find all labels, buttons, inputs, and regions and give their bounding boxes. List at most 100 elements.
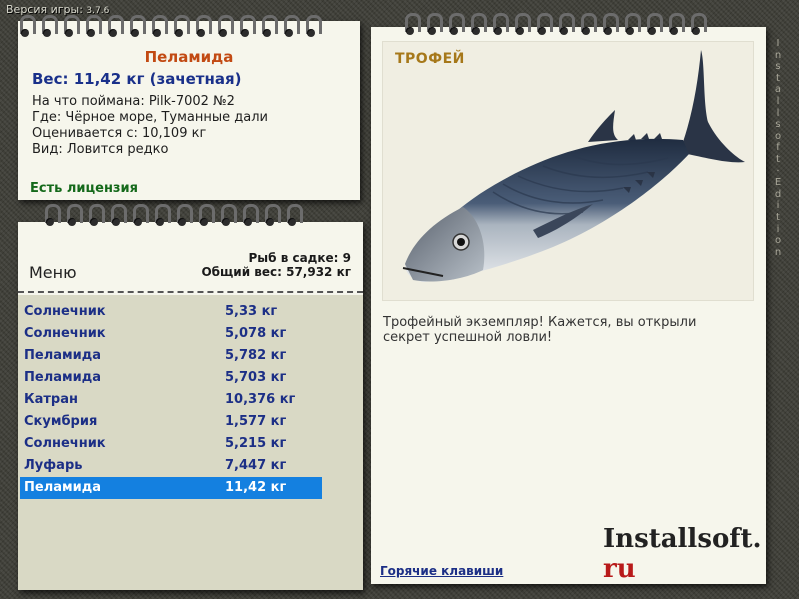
table-row[interactable]: Катран 10,376 кг xyxy=(20,389,322,411)
installsoft-logo: Installsoft. ru xyxy=(603,524,766,584)
license-status: Есть лицензия xyxy=(30,181,138,196)
trophy-rings xyxy=(403,13,707,35)
catch-info-card: Пеламида Вес: 11,42 кг (зачетная) На что… xyxy=(18,15,360,200)
binder-ring xyxy=(194,15,212,37)
catch-list: Солнечник 5,33 кг Солнечник 5,078 кг Пеламид… xyxy=(18,301,363,499)
binder-ring xyxy=(601,13,619,35)
fish-name-cell: Пеламида xyxy=(24,370,101,385)
binder-ring xyxy=(172,15,190,37)
binder-ring xyxy=(153,204,171,226)
edition-letter: i xyxy=(776,200,780,212)
fish-weight-cell: 11,42 кг xyxy=(225,480,287,495)
fish-name-cell: Солнечник xyxy=(24,304,106,319)
table-row-selected[interactable]: Пеламида 11,42 кг xyxy=(20,477,322,499)
binder-ring xyxy=(403,13,421,35)
fish-count: Рыб в садке: 9 xyxy=(248,251,352,265)
edition-letter: n xyxy=(774,246,782,258)
trophy-card: ТРОФЕЙ Трофейный экземпляр! Кажется, вы … xyxy=(371,13,766,584)
edition-letter: l xyxy=(776,107,780,119)
fish-weight: Вес: 11,42 кг (зачетная) xyxy=(32,70,242,88)
binder-ring xyxy=(579,13,597,35)
binder-ring xyxy=(150,15,168,37)
binder-ring xyxy=(43,204,61,226)
binder-ring xyxy=(40,15,58,37)
fish-name-cell: Солнечник xyxy=(24,326,106,341)
binder-ring xyxy=(425,13,443,35)
edition-letter: a xyxy=(774,84,782,96)
table-row[interactable]: Луфарь 7,447 кг xyxy=(20,455,322,477)
list-rings xyxy=(43,204,303,226)
binder-ring xyxy=(667,13,685,35)
binder-ring xyxy=(447,13,465,35)
edition-letter: t xyxy=(776,72,780,84)
list-header: Меню Рыб в садке: 9 Общий вес: 57,932 кг xyxy=(18,204,363,295)
table-row[interactable]: Пеламида 5,703 кг xyxy=(20,367,322,389)
edition-letter: s xyxy=(775,119,781,131)
table-row[interactable]: Солнечник 5,078 кг xyxy=(20,323,322,345)
binder-ring xyxy=(491,13,509,35)
fish-name-cell: Пеламида xyxy=(24,480,101,495)
hotkeys-link[interactable]: Горячие клавиши xyxy=(380,564,503,578)
edition-letter: t xyxy=(776,153,780,165)
binder-ring xyxy=(285,204,303,226)
table-row[interactable]: Солнечник 5,33 кг xyxy=(20,301,322,323)
edition-letter: s xyxy=(775,61,781,73)
edition-letter: I xyxy=(776,38,780,49)
binder-ring xyxy=(689,13,707,35)
binder-ring xyxy=(109,204,127,226)
edition-letter: o xyxy=(774,130,782,142)
menu-button[interactable]: Меню xyxy=(29,263,77,282)
fish-weight-cell: 5,703 кг xyxy=(225,370,287,385)
fish-rarity: Вид: Ловится редко xyxy=(32,142,169,157)
edition-letter: t xyxy=(776,211,780,223)
binder-ring xyxy=(282,15,300,37)
binder-ring xyxy=(304,15,322,37)
binder-ring xyxy=(106,15,124,37)
binder-ring xyxy=(513,13,531,35)
card-rings xyxy=(18,15,322,37)
binder-ring xyxy=(557,13,575,35)
binder-ring xyxy=(260,15,278,37)
binder-ring xyxy=(241,204,259,226)
fish-weight-cell: 5,215 кг xyxy=(225,436,287,451)
binder-ring xyxy=(175,204,193,226)
fish-name-cell: Пеламида xyxy=(24,348,101,363)
binder-ring xyxy=(219,204,237,226)
table-row[interactable]: Пеламида 5,782 кг xyxy=(20,345,322,367)
binder-ring xyxy=(84,15,102,37)
binder-ring xyxy=(87,204,105,226)
fish-weight-cell: 5,782 кг xyxy=(225,348,287,363)
fish-weight-cell: 5,078 кг xyxy=(225,326,287,341)
caught-with: На что поймана: Pilk-7002 №2 xyxy=(32,94,235,109)
fish-name-cell: Катран xyxy=(24,392,78,407)
edition-letter: l xyxy=(776,95,780,107)
total-weight: Общий вес: 57,932 кг xyxy=(201,265,351,279)
binder-ring xyxy=(469,13,487,35)
edition-vertical-text: In s t a l l s o f t · Ed i t i o n xyxy=(773,38,783,258)
table-row[interactable]: Солнечник 5,215 кг xyxy=(20,433,322,455)
catch-stats: Рыб в садке: 9 Общий вес: 57,932 кг xyxy=(201,251,351,279)
binder-ring xyxy=(263,204,281,226)
fish-name-cell: Солнечник xyxy=(24,436,106,451)
tuna-image xyxy=(402,50,745,282)
edition-letter: E xyxy=(774,177,782,189)
edition-letter: f xyxy=(776,142,780,154)
binder-ring xyxy=(18,15,36,37)
logo-tld: ru xyxy=(603,554,636,584)
binder-ring xyxy=(65,204,83,226)
edition-letter: · xyxy=(776,165,780,177)
binder-ring xyxy=(645,13,663,35)
binder-ring xyxy=(128,15,146,37)
fish-name-cell: Луфарь xyxy=(24,458,83,473)
table-row[interactable]: Скумбрия 1,577 кг xyxy=(20,411,322,433)
fish-weight-cell: 5,33 кг xyxy=(225,304,278,319)
fish-weight-cell: 7,447 кг xyxy=(225,458,287,473)
valued-at: Оценивается с: 10,109 кг xyxy=(32,126,207,141)
binder-ring xyxy=(535,13,553,35)
edition-letter: i xyxy=(776,223,780,235)
edition-letter: d xyxy=(774,188,782,200)
edition-letter: n xyxy=(774,49,782,61)
binder-ring xyxy=(197,204,215,226)
binder-ring xyxy=(238,15,256,37)
catch-list-card: Меню Рыб в садке: 9 Общий вес: 57,932 кг… xyxy=(18,204,363,590)
